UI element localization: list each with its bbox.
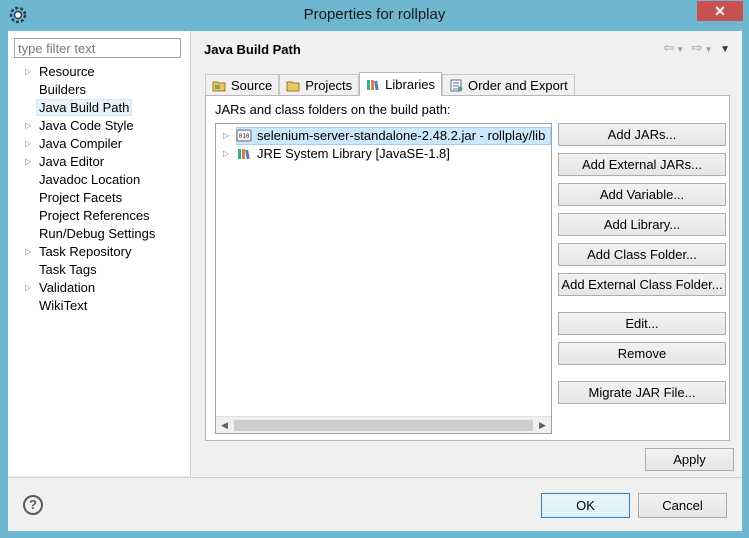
sidebar-item-label: WikiText: [39, 298, 88, 313]
panel-label: JARs and class folders on the build path…: [215, 102, 451, 117]
tab-label: Libraries: [385, 77, 436, 92]
page-area: Java Build Path ⇦▼ ⇨▼ ▼ Source Projects …: [192, 31, 742, 476]
sidebar-item-java-build-path[interactable]: Java Build Path: [8, 99, 191, 117]
libraries-panel: JARs and class folders on the build path…: [205, 95, 730, 441]
add-variable-button[interactable]: Add Variable...: [558, 183, 726, 206]
tab-label: Source: [231, 78, 273, 93]
dialog-client: ▷Resource Builders Java Build Path ▷Java…: [8, 31, 742, 531]
sidebar-item-resource[interactable]: ▷ Resource: [8, 63, 191, 81]
sidebar-item-label: Java Compiler: [39, 136, 123, 151]
svg-text:010: 010: [239, 133, 250, 140]
tab-label: Projects: [305, 78, 353, 93]
help-icon[interactable]: ?: [23, 495, 43, 515]
tree-row-label: JRE System Library [JavaSE-1.8]: [257, 146, 450, 161]
sidebar: ▷ Resource Builders Java Build Path ▷ Java…: [8, 31, 191, 476]
scroll-right-icon[interactable]: ▶: [534, 418, 551, 433]
sidebar-item-label: Resource: [39, 64, 95, 79]
add-class-folder-button[interactable]: Add Class Folder...: [558, 243, 726, 266]
sidebar-item-label: Project Facets: [39, 190, 123, 205]
sidebar-item-run-debug-settings[interactable]: Run/Debug Settings: [8, 225, 191, 243]
sidebar-item-javadoc-location[interactable]: Javadoc Location: [8, 171, 191, 189]
tab-order-and-export[interactable]: Order and Export: [442, 74, 575, 96]
cancel-button[interactable]: Cancel: [638, 493, 727, 518]
sidebar-item-java-editor[interactable]: ▷ Java Editor: [8, 153, 191, 171]
tree-row-selenium-jar[interactable]: ▷ 010 selenium-server-standalone-2.48.2.…: [216, 127, 551, 145]
tree-row-label: selenium-server-standalone-2.48.2.jar - …: [257, 128, 546, 143]
library-icon: [238, 149, 250, 160]
add-library-button[interactable]: Add Library...: [558, 213, 726, 236]
build-path-tree[interactable]: ▷ 010 selenium-server-standalone-2.48.2.…: [215, 123, 552, 434]
back-arrow-icon[interactable]: ⇦: [663, 40, 676, 56]
expand-arrow-icon[interactable]: ▷: [25, 243, 31, 261]
expand-arrow-icon[interactable]: ▷: [25, 279, 31, 297]
edit-button[interactable]: Edit...: [558, 312, 726, 335]
remove-button[interactable]: Remove: [558, 342, 726, 365]
apply-button[interactable]: Apply: [645, 448, 734, 471]
source-folder-icon: [212, 81, 226, 92]
sidebar-item-label: Java Editor: [39, 154, 105, 169]
sidebar-nav: ▷ Resource Builders Java Build Path ▷ Java…: [8, 63, 191, 315]
projects-icon: [286, 81, 300, 92]
sidebar-item-label: Builders: [39, 82, 86, 97]
page-title: Java Build Path: [204, 42, 301, 57]
title-bar[interactable]: Properties for rollplay ✕: [0, 0, 749, 31]
sidebar-item-validation[interactable]: ▷ Validation: [8, 279, 191, 297]
sidebar-item-label: Run/Debug Settings: [39, 226, 156, 241]
dialog-footer: ? OK Cancel: [8, 477, 742, 531]
sidebar-item-wikitext[interactable]: WikiText: [8, 297, 191, 315]
tab-label: Order and Export: [468, 78, 568, 93]
order-export-icon: [450, 79, 463, 92]
horizontal-scrollbar[interactable]: ◀ ▶: [216, 416, 551, 433]
sidebar-item-java-code-style[interactable]: ▷ Java Code Style: [8, 117, 191, 135]
close-button[interactable]: ✕: [697, 1, 743, 21]
expand-arrow-icon[interactable]: ▷: [223, 127, 229, 144]
window-title: Properties for rollplay: [303, 6, 446, 23]
sidebar-item-project-references[interactable]: Project References: [8, 207, 191, 225]
expand-arrow-icon[interactable]: ▷: [25, 153, 31, 171]
tab-projects[interactable]: Projects: [279, 74, 360, 96]
tab-source[interactable]: Source: [205, 74, 280, 96]
add-external-class-folder-button[interactable]: Add External Class Folder...: [558, 273, 726, 296]
jar-icon: 010: [236, 129, 252, 142]
sidebar-item-label: Task Repository: [39, 244, 132, 259]
sidebar-item-label: Project References: [39, 208, 150, 223]
scroll-left-icon[interactable]: ◀: [216, 418, 233, 433]
view-menu-icon[interactable]: ▼: [720, 44, 732, 55]
sidebar-item-task-repository[interactable]: ▷ Task Repository: [8, 243, 191, 261]
scroll-thumb[interactable]: [234, 420, 533, 431]
expand-arrow-icon[interactable]: ▷: [25, 63, 31, 81]
sidebar-item-label: Java Build Path: [36, 99, 133, 116]
sidebar-item-builders[interactable]: Builders: [8, 81, 191, 99]
sidebar-item-label: Javadoc Location: [39, 172, 141, 187]
ok-button[interactable]: OK: [541, 493, 630, 518]
tab-libraries[interactable]: Libraries: [359, 72, 443, 96]
libraries-icon: [367, 80, 379, 91]
sidebar-item-label: Validation: [39, 280, 96, 295]
add-jars-button[interactable]: Add JARs...: [558, 123, 726, 146]
sidebar-item-label: Java Code Style: [39, 118, 134, 133]
page-navigation: ⇦▼ ⇨▼ ▼: [663, 40, 732, 56]
back-menu-chevron-icon[interactable]: ▼: [676, 45, 686, 54]
expand-arrow-icon[interactable]: ▷: [223, 145, 229, 162]
sidebar-item-project-facets[interactable]: Project Facets: [8, 189, 191, 207]
filter-input[interactable]: [14, 38, 181, 58]
tree-row-jre-system-library[interactable]: ▷ JRE System Library [JavaSE-1.8]: [216, 145, 551, 163]
forward-menu-chevron-icon[interactable]: ▼: [705, 45, 715, 54]
properties-window: Properties for rollplay ✕ ▷ Resource Buil…: [0, 0, 749, 538]
sidebar-item-task-tags[interactable]: Task Tags: [8, 261, 191, 279]
sidebar-item-java-compiler[interactable]: ▷ Java Compiler: [8, 135, 191, 153]
tab-strip: Source Projects Libraries Order and Expo…: [205, 72, 575, 96]
forward-arrow-icon[interactable]: ⇨: [692, 40, 705, 56]
add-external-jars-button[interactable]: Add External JARs...: [558, 153, 726, 176]
expand-arrow-icon[interactable]: ▷: [25, 117, 31, 135]
expand-arrow-icon[interactable]: ▷: [25, 135, 31, 153]
sidebar-item-label: Task Tags: [39, 262, 97, 277]
migrate-jar-button[interactable]: Migrate JAR File...: [558, 381, 726, 404]
